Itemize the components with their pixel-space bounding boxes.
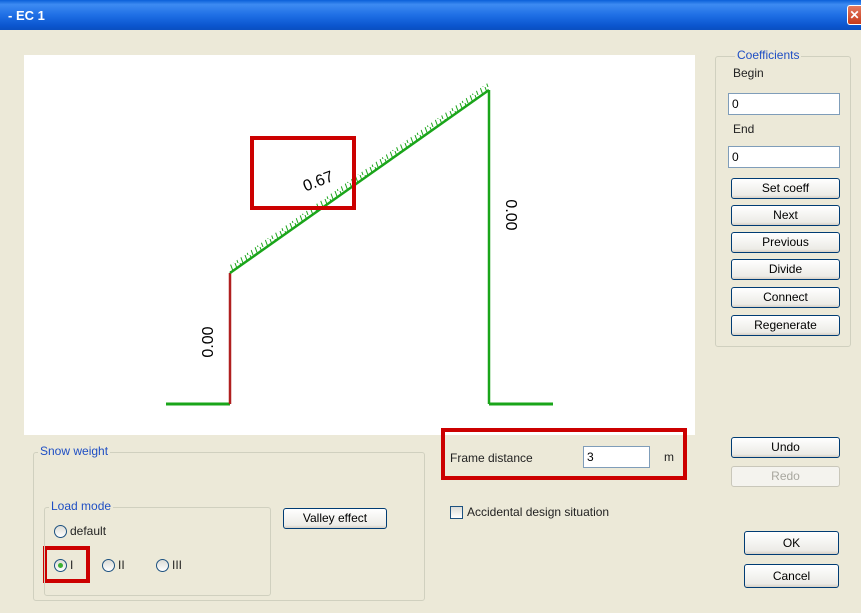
regenerate-button[interactable]: Regenerate (731, 315, 840, 336)
accidental-design-checkbox[interactable] (450, 506, 463, 519)
frame-diagram-canvas[interactable]: 0.67 0.00 0.00 (24, 55, 695, 435)
accidental-design-label: Accidental design situation (467, 505, 610, 519)
undo-button[interactable]: Undo (731, 437, 840, 458)
frame-distance-unit: m (664, 450, 674, 464)
connect-button[interactable]: Connect (731, 287, 840, 308)
next-button[interactable]: Next (731, 205, 840, 226)
ok-button[interactable]: OK (744, 531, 839, 555)
load-mode-I-radio[interactable] (54, 559, 67, 572)
load-mode-III-label: III (172, 558, 183, 572)
divide-button[interactable]: Divide (731, 259, 840, 280)
load-mode-default-label: default (70, 524, 107, 538)
coefficients-legend: Coefficients (735, 48, 802, 62)
title-bar[interactable]: - EC 1 ✕ (0, 0, 861, 30)
redo-button[interactable]: Redo (731, 466, 840, 487)
valley-effect-button[interactable]: Valley effect (283, 508, 387, 529)
frame-diagram: 0.67 0.00 0.00 (166, 82, 553, 406)
load-mode-group (44, 507, 271, 596)
load-mode-I-label: I (70, 558, 74, 572)
set-coeff-button[interactable]: Set coeff (731, 178, 840, 199)
dialog-window: - EC 1 ✕ 0.67 0.00 0.00 Coefficients Beg… (0, 0, 861, 613)
window-title: - EC 1 (8, 7, 45, 23)
load-mode-II-label: II (118, 558, 125, 572)
snow-weight-legend: Snow weight (38, 444, 111, 458)
close-icon[interactable]: ✕ (847, 5, 861, 25)
frame-distance-label: Frame distance (450, 451, 533, 465)
load-mode-II-radio[interactable] (102, 559, 115, 572)
load-mode-default-radio[interactable] (54, 525, 67, 538)
begin-label: Begin (733, 66, 764, 80)
begin-coefficient-input[interactable]: 0 (728, 93, 840, 115)
cancel-button[interactable]: Cancel (744, 564, 839, 588)
load-mode-legend: Load mode (49, 499, 114, 513)
load-mode-III-radio[interactable] (156, 559, 169, 572)
frame-distance-input[interactable]: 3 (583, 446, 650, 468)
previous-button[interactable]: Previous (731, 232, 840, 253)
left-wall-value-label: 0.00 (200, 326, 217, 357)
end-coefficient-input[interactable]: 0 (728, 146, 840, 168)
right-wall-value-label: 0.00 (502, 199, 519, 230)
end-label: End (733, 122, 755, 136)
highlight-roof-value (250, 136, 356, 210)
